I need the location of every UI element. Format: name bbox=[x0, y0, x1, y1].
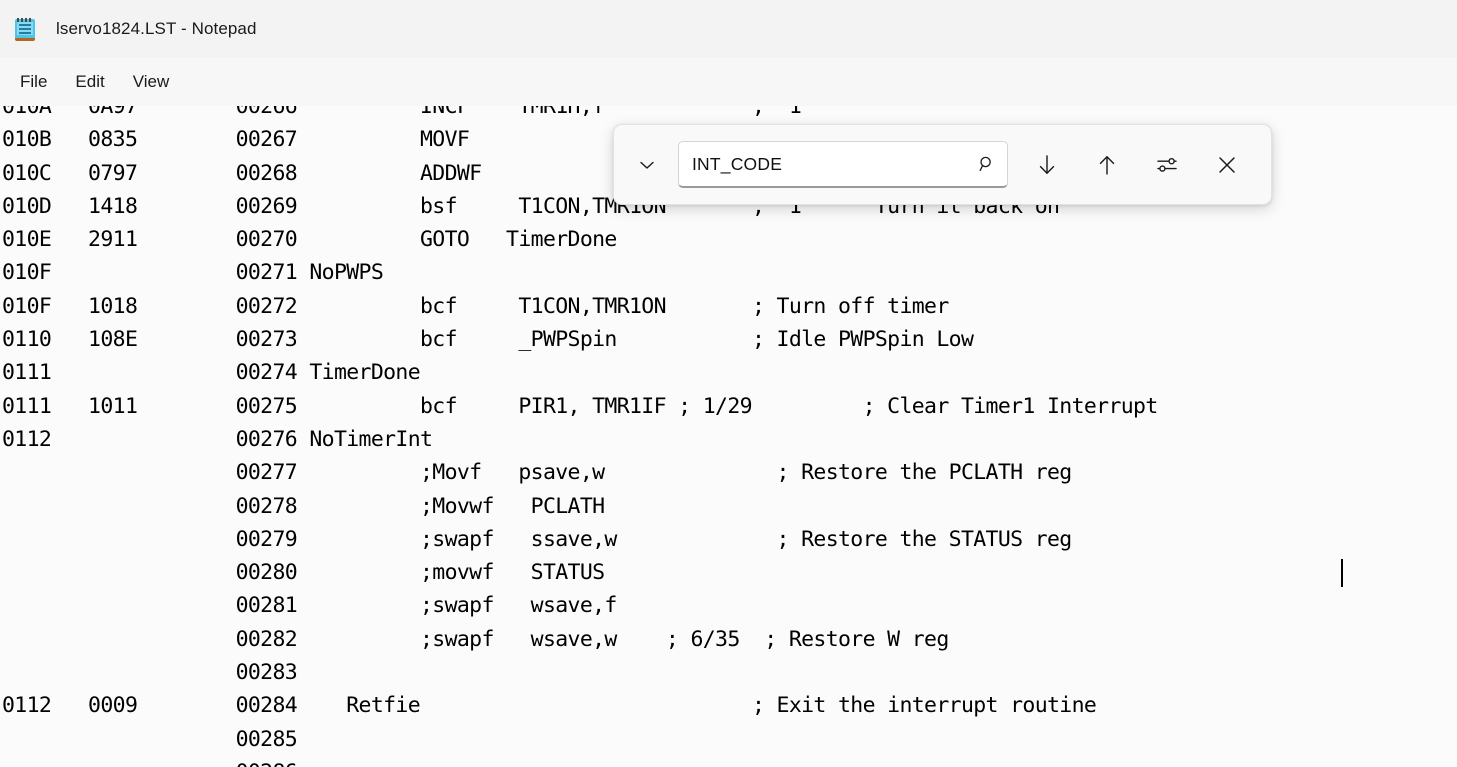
code-line: 0110 108E 00273 bcf _PWPSpin ; Idle PWPS… bbox=[2, 323, 1158, 356]
close-find-button[interactable] bbox=[1204, 142, 1250, 188]
code-line: 00277 ;Movf psave,w ; Restore the PCLATH… bbox=[2, 456, 1158, 489]
find-previous-button[interactable] bbox=[1084, 142, 1130, 188]
find-input-container[interactable] bbox=[678, 141, 1008, 188]
code-line: 00282 ;swapf wsave,w ; 6/35 ; Restore W … bbox=[2, 623, 1158, 656]
notepad-window: lservo1824.LST - Notepad File Edit View … bbox=[0, 0, 1457, 767]
find-navigation-group bbox=[1024, 142, 1250, 188]
menu-edit[interactable]: Edit bbox=[61, 66, 118, 98]
title-bar: lservo1824.LST - Notepad bbox=[0, 0, 1457, 58]
find-input[interactable] bbox=[679, 142, 1007, 186]
code-line: 00280 ;movwf STATUS bbox=[2, 556, 1158, 589]
code-line: 010E 2911 00270 GOTO TimerDone bbox=[2, 223, 1158, 256]
code-line: 00286 bbox=[2, 756, 1158, 767]
code-line: 0111 00274 TimerDone bbox=[2, 356, 1158, 389]
menu-view[interactable]: View bbox=[119, 66, 184, 98]
code-line: 00281 ;swapf wsave,f bbox=[2, 589, 1158, 622]
code-line: 0111 1011 00275 bcf PIR1, TMR1IF ; 1/29 … bbox=[2, 390, 1158, 423]
document-text[interactable]: 010A 0A97 00266 INCF TMR1H,f ; 1010B 083… bbox=[0, 106, 1158, 767]
menu-bar: File Edit View bbox=[0, 58, 1457, 106]
code-line: 010F 1018 00272 bcf T1CON,TMR1ON ; Turn … bbox=[2, 290, 1158, 323]
expand-replace-button[interactable] bbox=[624, 142, 670, 188]
text-caret bbox=[1341, 559, 1343, 587]
find-next-button[interactable] bbox=[1024, 142, 1070, 188]
chevron-down-icon bbox=[637, 155, 657, 175]
text-editor-area[interactable]: 010A 0A97 00266 INCF TMR1H,f ; 1010B 083… bbox=[0, 106, 1457, 767]
sliders-icon bbox=[1154, 152, 1180, 178]
arrow-up-icon bbox=[1094, 152, 1120, 178]
find-bar bbox=[613, 124, 1272, 205]
code-line: 010F 00271 NoPWPS bbox=[2, 256, 1158, 289]
notepad-icon bbox=[12, 16, 38, 42]
code-line: 00278 ;Movwf PCLATH bbox=[2, 490, 1158, 523]
find-options-button[interactable] bbox=[1144, 142, 1190, 188]
code-line: 00279 ;swapf ssave,w ; Restore the STATU… bbox=[2, 523, 1158, 556]
arrow-down-icon bbox=[1034, 152, 1060, 178]
code-line: 00283 bbox=[2, 656, 1158, 689]
code-line: 0112 00276 NoTimerInt bbox=[2, 423, 1158, 456]
close-icon bbox=[1215, 153, 1239, 177]
code-line: 00285 bbox=[2, 723, 1158, 756]
window-title: lservo1824.LST - Notepad bbox=[56, 19, 257, 39]
menu-file[interactable]: File bbox=[6, 66, 61, 98]
code-line: 010A 0A97 00266 INCF TMR1H,f ; 1 bbox=[2, 106, 1158, 123]
code-line: 0112 0009 00284 Retfie ; Exit the interr… bbox=[2, 689, 1158, 722]
